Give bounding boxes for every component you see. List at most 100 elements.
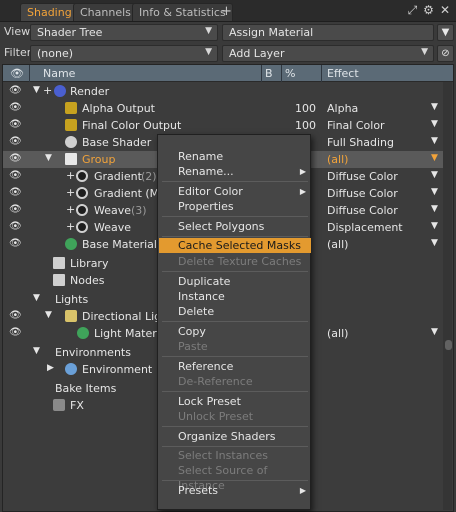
menu-item-copy[interactable]: Copy xyxy=(159,324,311,339)
eye-icon[interactable]: 👁 xyxy=(9,85,22,97)
menu-item-reference[interactable]: Reference xyxy=(159,359,311,374)
row-percent[interactable]: 100 xyxy=(295,102,316,115)
menu-item-properties[interactable]: Properties xyxy=(159,199,311,214)
eye-icon[interactable]: 👁 xyxy=(9,310,22,322)
gear-icon[interactable]: ⚙ xyxy=(423,3,434,18)
tree-row-final-color-output[interactable]: 👁 Final Color Output 100 Final Color ▼ xyxy=(3,117,443,134)
menu-item-unlock-preset[interactable]: Unlock Preset xyxy=(159,409,311,424)
menu-item-select-source-of-instance[interactable]: Select Source of Instance xyxy=(159,463,311,492)
plus-icon[interactable]: + xyxy=(43,84,52,97)
tab-channels[interactable]: Channels xyxy=(73,3,138,21)
menu-separator xyxy=(162,271,308,272)
chevron-down-icon[interactable]: ▼ xyxy=(431,187,438,197)
menu-item-delete[interactable]: Delete xyxy=(159,304,311,319)
submenu-arrow-icon: ▶ xyxy=(299,167,306,176)
environment-icon xyxy=(65,363,77,375)
menu-separator xyxy=(162,480,308,481)
assign-material-button[interactable]: Assign Material xyxy=(222,24,434,41)
chevron-down-icon[interactable]: ▼ xyxy=(431,238,438,248)
chevron-down-icon: ▼ xyxy=(421,47,428,57)
row-effect[interactable]: Alpha xyxy=(327,102,358,115)
row-name: Environments xyxy=(55,346,131,359)
row-name: Gradient xyxy=(94,170,142,183)
chevron-down-icon[interactable]: ▼ xyxy=(431,221,438,231)
tree-row-alpha-output[interactable]: 👁 Alpha Output 100 Alpha ▼ xyxy=(3,100,443,117)
eye-icon[interactable]: 👁 xyxy=(9,221,22,233)
scrollbar-thumb[interactable] xyxy=(445,340,452,350)
remove-layer-icon[interactable]: ⊘ xyxy=(437,45,454,62)
plus-icon[interactable]: + xyxy=(66,169,75,182)
plus-icon[interactable]: + xyxy=(66,203,75,216)
menu-item-rename-dialog[interactable]: Rename... ▶ xyxy=(159,164,311,179)
eye-icon[interactable]: 👁 xyxy=(9,204,22,216)
menu-item-de-reference[interactable]: De-Reference xyxy=(159,374,311,389)
plus-icon[interactable]: + xyxy=(66,186,75,199)
tab-shading[interactable]: Shading xyxy=(20,3,79,21)
menu-item-paste[interactable]: Paste xyxy=(159,339,311,354)
row-percent[interactable]: 100 xyxy=(295,119,316,132)
menu-item-delete-texture-caches[interactable]: Delete Texture Caches xyxy=(159,254,311,269)
expand-arrow-icon[interactable]: ▼ xyxy=(45,310,52,320)
eye-icon[interactable]: 👁 xyxy=(9,238,22,250)
eye-icon[interactable]: 👁 xyxy=(9,170,22,182)
chevron-down-icon[interactable]: ▼ xyxy=(431,136,438,146)
row-effect[interactable]: Full Shading xyxy=(327,136,394,149)
chevron-down-icon[interactable]: ▼ xyxy=(431,327,438,337)
eye-icon[interactable]: 👁 xyxy=(9,153,22,165)
eye-icon[interactable]: 👁 xyxy=(9,102,22,114)
chevron-down-icon[interactable]: ▼ xyxy=(431,102,438,112)
view-dropdown[interactable]: Shader Tree ▼ xyxy=(30,24,218,41)
eye-icon[interactable]: 👁 xyxy=(9,327,22,339)
row-effect[interactable]: Displacement xyxy=(327,221,403,234)
column-effect[interactable]: Effect xyxy=(327,67,359,80)
chevron-down-icon[interactable]: ▼ xyxy=(431,119,438,129)
expand-icon[interactable]: ⤢ xyxy=(408,3,418,18)
chevron-down-icon[interactable]: ▼ xyxy=(431,204,438,214)
row-effect[interactable]: Diffuse Color xyxy=(327,170,398,183)
menu-item-duplicate[interactable]: Duplicate xyxy=(159,274,311,289)
scrollbar[interactable] xyxy=(443,82,452,510)
column-b[interactable]: B xyxy=(265,67,273,80)
column-percent[interactable]: % xyxy=(285,67,295,80)
eye-icon[interactable]: 👁 xyxy=(9,119,22,131)
add-layer-label: Add Layer xyxy=(229,47,285,60)
eye-icon[interactable]: 👁 xyxy=(9,136,22,148)
expand-arrow-icon[interactable]: ▼ xyxy=(45,153,52,163)
column-name[interactable]: Name xyxy=(43,67,75,80)
row-effect[interactable]: Diffuse Color xyxy=(327,204,398,217)
funnel-icon[interactable]: ▼ xyxy=(437,24,454,41)
plus-icon[interactable]: + xyxy=(66,220,75,233)
expand-arrow-icon[interactable]: ▼ xyxy=(33,346,40,356)
add-tab-button[interactable]: + xyxy=(221,4,232,19)
expand-arrow-icon[interactable]: ▼ xyxy=(33,293,40,303)
menu-item-lock-preset[interactable]: Lock Preset xyxy=(159,394,311,409)
row-effect[interactable]: (all) xyxy=(327,238,348,251)
add-layer-dropdown[interactable]: Add Layer ▼ xyxy=(222,45,434,62)
menu-separator xyxy=(162,391,308,392)
menu-item-editor-color[interactable]: Editor Color ▶ xyxy=(159,184,311,199)
menu-item-select-polygons[interactable]: Select Polygons xyxy=(159,219,311,234)
row-effect[interactable]: Final Color xyxy=(327,119,385,132)
expand-arrow-icon[interactable]: ▼ xyxy=(33,85,40,95)
menu-item-presets[interactable]: Presets ▶ xyxy=(159,483,311,498)
filter-dropdown[interactable]: (none) ▼ xyxy=(30,45,218,62)
row-effect[interactable]: (all) xyxy=(327,327,348,340)
row-effect[interactable]: (all) xyxy=(327,153,348,166)
menu-item-organize-shaders[interactable]: Organize Shaders xyxy=(159,429,311,444)
menu-item-select-instances[interactable]: Select Instances xyxy=(159,448,311,463)
collapse-arrow-icon[interactable]: ▶ xyxy=(47,363,54,373)
menu-item-rename[interactable]: Rename xyxy=(159,149,311,164)
menu-separator xyxy=(162,426,308,427)
eye-icon[interactable]: 👁 xyxy=(9,187,22,199)
menu-item-cache-selected-masks[interactable]: Cache Selected Masks xyxy=(159,238,311,253)
chevron-down-icon[interactable]: ▼ xyxy=(431,170,438,180)
eye-column-icon[interactable]: 👁 xyxy=(10,67,24,80)
chevron-down-icon[interactable]: ▼ xyxy=(431,153,438,163)
tab-info-statistics[interactable]: Info & Statistics xyxy=(132,3,233,21)
filter-label: Filter xyxy=(4,46,32,59)
menu-separator xyxy=(162,216,308,217)
row-effect[interactable]: Diffuse Color xyxy=(327,187,398,200)
close-icon[interactable]: ✕ xyxy=(440,3,450,18)
tree-row-render[interactable]: 👁 ▼ + Render xyxy=(3,83,443,100)
menu-item-instance[interactable]: Instance xyxy=(159,289,311,304)
